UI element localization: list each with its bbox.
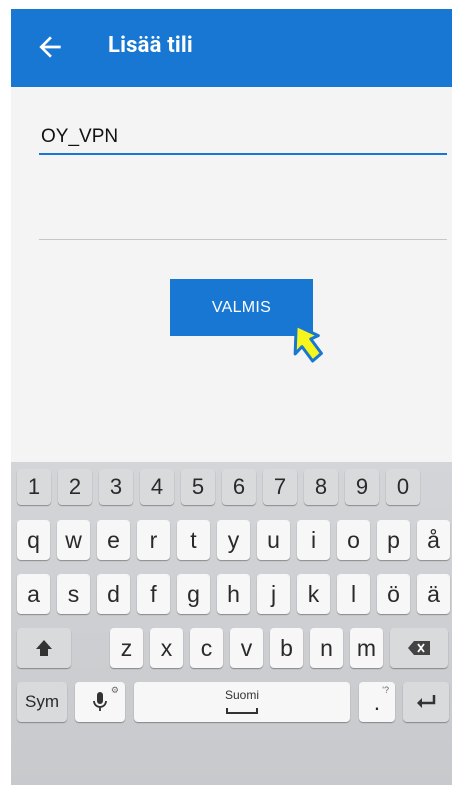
keyboard-row-3: zxcvbnm xyxy=(11,628,452,668)
enter-icon xyxy=(417,695,436,708)
key-o[interactable]: o xyxy=(337,520,370,560)
key-q[interactable]: q xyxy=(17,520,50,560)
keyboard-row-2: asdfghjklöä xyxy=(11,574,452,614)
enter-key[interactable] xyxy=(403,682,449,722)
key-j[interactable]: j xyxy=(257,574,290,614)
key-m[interactable]: m xyxy=(350,628,383,668)
key-t[interactable]: t xyxy=(177,520,210,560)
key-w[interactable]: w xyxy=(57,520,90,560)
key-h[interactable]: h xyxy=(217,574,250,614)
key-9[interactable]: 9 xyxy=(345,469,379,505)
app-bar: Lisää tili xyxy=(11,9,452,87)
key-å[interactable]: å xyxy=(417,520,450,560)
second-input-field[interactable] xyxy=(39,209,447,240)
shift-arrow-icon xyxy=(36,640,52,656)
key-a[interactable]: a xyxy=(17,574,50,614)
key-5[interactable]: 5 xyxy=(181,469,215,505)
space-key-label: Suomi xyxy=(224,688,259,702)
key-z[interactable]: z xyxy=(110,628,143,668)
page-title: Lisää tili xyxy=(108,33,193,58)
key-v[interactable]: v xyxy=(230,628,263,668)
sym-key[interactable]: Sym xyxy=(17,682,67,722)
key-i[interactable]: i xyxy=(297,520,330,560)
app-screen: Lisää tili VALMIS 1234567890 qwertyuiopå… xyxy=(11,9,452,785)
key-3[interactable]: 3 xyxy=(99,469,133,505)
key-2[interactable]: 2 xyxy=(58,469,92,505)
space-key[interactable]: Suomi xyxy=(134,682,350,722)
key-b[interactable]: b xyxy=(270,628,303,668)
key-r[interactable]: r xyxy=(137,520,170,560)
key-d[interactable]: d xyxy=(97,574,130,614)
period-key-label: . xyxy=(373,688,381,715)
key-u[interactable]: u xyxy=(257,520,290,560)
spacebar-icon xyxy=(226,708,258,714)
key-s[interactable]: s xyxy=(57,574,90,614)
arrow-back-icon[interactable] xyxy=(34,31,66,63)
backspace-key[interactable] xyxy=(390,628,448,668)
punctuation-hint: '? xyxy=(382,685,389,695)
key-y[interactable]: y xyxy=(217,520,250,560)
on-screen-keyboard: 1234567890 qwertyuiopå asdfghjklöä zxcvb… xyxy=(11,462,452,785)
key-n[interactable]: n xyxy=(310,628,343,668)
key-1[interactable]: 1 xyxy=(17,469,51,505)
key-p[interactable]: p xyxy=(377,520,410,560)
shift-key[interactable] xyxy=(17,628,71,668)
key-4[interactable]: 4 xyxy=(140,469,174,505)
key-8[interactable]: 8 xyxy=(304,469,338,505)
account-name-input[interactable] xyxy=(39,121,447,155)
mic-key[interactable]: ⚙ xyxy=(75,682,125,722)
key-ä[interactable]: ä xyxy=(417,574,450,614)
key-f[interactable]: f xyxy=(137,574,170,614)
key-e[interactable]: e xyxy=(97,520,130,560)
key-7[interactable]: 7 xyxy=(263,469,297,505)
key-ö[interactable]: ö xyxy=(377,574,410,614)
key-0[interactable]: 0 xyxy=(386,469,420,505)
key-k[interactable]: k xyxy=(297,574,330,614)
backspace-icon xyxy=(408,641,430,655)
key-l[interactable]: l xyxy=(337,574,370,614)
key-g[interactable]: g xyxy=(177,574,210,614)
key-6[interactable]: 6 xyxy=(222,469,256,505)
period-key[interactable]: '? . xyxy=(359,682,395,722)
key-c[interactable]: c xyxy=(190,628,223,668)
pointer-cursor-icon xyxy=(293,323,323,363)
microphone-icon xyxy=(93,692,107,711)
keyboard-row-4: Sym ⚙ Suomi '? . xyxy=(11,682,452,722)
number-row: 1234567890 xyxy=(11,469,452,509)
mic-settings-hint: ⚙ xyxy=(110,685,119,695)
key-x[interactable]: x xyxy=(150,628,183,668)
keyboard-row-1: qwertyuiopå xyxy=(11,520,452,560)
